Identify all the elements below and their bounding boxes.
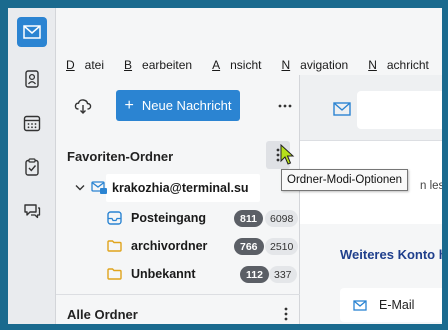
folder-row-unbekannt[interactable]: Unbekannt 112 337 [56, 261, 300, 287]
folder-row-posteingang[interactable]: Posteingang 811 6098 [56, 205, 300, 231]
mail-icon [333, 102, 351, 116]
new-message-button[interactable]: + Neue Nachricht [116, 90, 240, 121]
spaces-toolbar [8, 8, 56, 324]
menu-datei[interactable]: Datei [61, 58, 109, 72]
thunderbird-window: Datei Bearbeiten Ansicht Navigation Nach… [8, 8, 442, 324]
menu-nachricht[interactable]: Nachricht [363, 58, 434, 72]
more-horizontal-icon [278, 104, 292, 108]
card-text: n lese [420, 180, 442, 192]
menubar: Datei Bearbeiten Ansicht Navigation Nach… [56, 55, 442, 75]
content-header [300, 75, 442, 141]
mail-space-button[interactable] [17, 17, 47, 47]
total-count-badge: 2510 [265, 238, 299, 255]
search-box[interactable] [357, 91, 442, 129]
cloud-download-icon [74, 99, 92, 114]
new-message-label: Neue Nachricht [141, 98, 232, 113]
tasks-icon [25, 158, 39, 176]
divider [56, 294, 300, 295]
unread-count-badge: 112 [240, 266, 269, 283]
menu-navigation[interactable]: Navigation [276, 58, 353, 72]
total-count-badge: 6098 [265, 210, 299, 227]
unread-count-badge: 811 [234, 210, 263, 227]
account-mail-icon [91, 181, 107, 194]
calendar-space-button[interactable] [17, 108, 47, 138]
chat-icon [24, 204, 41, 219]
folder-icon [107, 268, 122, 280]
folder-pane: + Neue Nachricht Favoriten-Ordner krakoz… [56, 75, 300, 324]
all-folders-options-button[interactable] [278, 306, 294, 322]
account-row[interactable]: krakozhia@terminal.su [56, 174, 300, 202]
account-name: krakozhia@terminal.su [112, 181, 249, 195]
get-messages-button[interactable] [72, 95, 94, 117]
total-count-badge: 337 [269, 266, 297, 283]
folder-label: Posteingang [131, 211, 207, 225]
all-folders-section-title: Alle Ordner [67, 307, 138, 322]
setup-account-heading: Weiteres Konto h [340, 247, 442, 262]
chat-space-button[interactable] [17, 196, 47, 226]
plus-icon: + [124, 96, 134, 114]
folder-pane-menu-button[interactable] [274, 95, 296, 117]
address-book-icon [25, 70, 39, 88]
folder-label: Unbekannt [131, 267, 196, 281]
more-vertical-icon [284, 307, 288, 321]
menu-bearbeiten[interactable]: Bearbeiten [119, 58, 197, 72]
address-book-space-button[interactable] [17, 64, 47, 94]
menu-ansicht[interactable]: Ansicht [207, 58, 266, 72]
folder-label: archivordner [131, 239, 208, 253]
unread-count-badge: 766 [234, 238, 264, 255]
tooltip: Ordner-Modi-Optionen [281, 169, 409, 191]
folder-row-archivordner[interactable]: archivordner 766 2510 [56, 233, 300, 259]
tasks-space-button[interactable] [17, 152, 47, 182]
inbox-icon [107, 211, 122, 225]
email-button-label: E-Mail [379, 298, 415, 312]
favorites-section-title: Favoriten-Ordner [67, 149, 174, 164]
mail-icon [23, 25, 41, 39]
folder-icon [107, 240, 122, 252]
mail-icon [353, 299, 367, 311]
content-pane: n lese Weiteres Konto h E-Mail [300, 75, 442, 324]
chevron-down-icon[interactable] [75, 184, 85, 192]
mouse-cursor-icon [280, 144, 295, 165]
calendar-icon [23, 115, 41, 132]
email-setup-button[interactable]: E-Mail [340, 288, 442, 322]
